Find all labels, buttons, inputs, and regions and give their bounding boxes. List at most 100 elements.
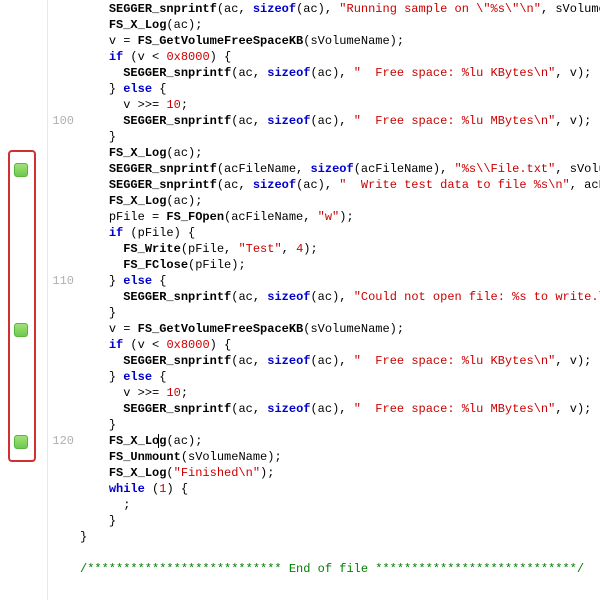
code-line[interactable]: } (48, 130, 600, 146)
code-line[interactable]: 100 SEGGER_snprintf(ac, sizeof(ac), " Fr… (48, 114, 600, 130)
bookmark-icon[interactable] (14, 435, 28, 449)
code-line[interactable]: v >>= 10; (48, 386, 600, 402)
line-number (48, 210, 80, 226)
code-text[interactable]: if (pFile) { (80, 226, 600, 242)
line-number: 100 (48, 114, 80, 130)
line-number (48, 178, 80, 194)
marker-gutter[interactable] (0, 0, 48, 600)
code-area[interactable]: SEGGER_snprintf(ac, sizeof(ac), "Running… (48, 0, 600, 600)
line-number (48, 386, 80, 402)
code-text[interactable]: SEGGER_snprintf(ac, sizeof(ac), " Free s… (80, 66, 600, 82)
code-line[interactable]: /*************************** End of file… (48, 562, 600, 578)
code-text[interactable]: } else { (80, 370, 600, 386)
code-text[interactable]: SEGGER_snprintf(ac, sizeof(ac), " Free s… (80, 354, 600, 370)
code-line[interactable]: ; (48, 498, 600, 514)
bookmark-icon[interactable] (14, 323, 28, 337)
code-line[interactable]: v = FS_GetVolumeFreeSpaceKB(sVolumeName)… (48, 322, 600, 338)
code-line[interactable]: 120 FS_X_Log(ac); (48, 434, 600, 450)
code-text[interactable]: SEGGER_snprintf(ac, sizeof(ac), " Free s… (80, 402, 600, 418)
code-text[interactable]: SEGGER_snprintf(acFileName, sizeof(acFil… (80, 162, 600, 178)
code-text[interactable]: while (1) { (80, 482, 600, 498)
code-text[interactable]: SEGGER_snprintf(ac, sizeof(ac), "Running… (80, 2, 600, 18)
line-number (48, 162, 80, 178)
code-line[interactable]: SEGGER_snprintf(ac, sizeof(ac), " Write … (48, 178, 600, 194)
code-line[interactable]: if (pFile) { (48, 226, 600, 242)
code-line[interactable]: FS_Unmount(sVolumeName); (48, 450, 600, 466)
code-line[interactable]: 110 } else { (48, 274, 600, 290)
code-text[interactable]: SEGGER_snprintf(ac, sizeof(ac), " Write … (80, 178, 600, 194)
code-text[interactable]: FS_Write(pFile, "Test", 4); (80, 242, 600, 258)
code-line[interactable]: SEGGER_snprintf(ac, sizeof(ac), "Running… (48, 2, 600, 18)
code-line[interactable]: v = FS_GetVolumeFreeSpaceKB(sVolumeName)… (48, 34, 600, 50)
code-line[interactable]: SEGGER_snprintf(ac, sizeof(ac), " Free s… (48, 402, 600, 418)
code-text[interactable]: FS_Unmount(sVolumeName); (80, 450, 600, 466)
line-number (48, 514, 80, 530)
code-text[interactable]: } (80, 514, 600, 530)
code-line[interactable]: } (48, 418, 600, 434)
code-line[interactable]: if (v < 0x8000) { (48, 338, 600, 354)
code-text[interactable]: v >>= 10; (80, 98, 600, 114)
code-text[interactable]: FS_X_Log("Finished\n"); (80, 466, 600, 482)
code-line[interactable]: FS_Write(pFile, "Test", 4); (48, 242, 600, 258)
line-number (48, 82, 80, 98)
code-text[interactable]: v = FS_GetVolumeFreeSpaceKB(sVolumeName)… (80, 34, 600, 50)
code-text[interactable]: FS_X_Log(ac); (80, 18, 600, 34)
line-number (48, 450, 80, 466)
code-line[interactable]: } else { (48, 370, 600, 386)
code-text[interactable]: } else { (80, 82, 600, 98)
code-text[interactable]: SEGGER_snprintf(ac, sizeof(ac), " Free s… (80, 114, 600, 130)
bookmark-icon[interactable] (14, 163, 28, 177)
line-number (48, 498, 80, 514)
code-text[interactable]: SEGGER_snprintf(ac, sizeof(ac), "Could n… (80, 290, 600, 306)
code-text[interactable]: pFile = FS_FOpen(acFileName, "w"); (80, 210, 600, 226)
code-line[interactable]: SEGGER_snprintf(acFileName, sizeof(acFil… (48, 162, 600, 178)
line-number (48, 50, 80, 66)
line-number (48, 546, 80, 562)
code-line[interactable]: } (48, 514, 600, 530)
code-line[interactable]: SEGGER_snprintf(ac, sizeof(ac), "Could n… (48, 290, 600, 306)
line-number (48, 66, 80, 82)
code-text[interactable]: FS_X_Log(ac); (80, 146, 600, 162)
code-line[interactable]: SEGGER_snprintf(ac, sizeof(ac), " Free s… (48, 66, 600, 82)
code-text[interactable]: if (v < 0x8000) { (80, 338, 600, 354)
code-text[interactable]: } (80, 530, 600, 546)
code-text[interactable]: v >>= 10; (80, 386, 600, 402)
code-text[interactable]: FS_X_Log(ac); (80, 434, 600, 450)
code-line[interactable]: if (v < 0x8000) { (48, 50, 600, 66)
code-line[interactable]: while (1) { (48, 482, 600, 498)
code-text[interactable]: } (80, 418, 600, 434)
code-text[interactable]: /*************************** End of file… (80, 562, 600, 578)
code-text[interactable]: ; (80, 498, 600, 514)
line-number (48, 562, 80, 578)
line-number (48, 530, 80, 546)
code-text[interactable]: if (v < 0x8000) { (80, 50, 600, 66)
code-line[interactable]: FS_X_Log(ac); (48, 146, 600, 162)
code-line[interactable]: } (48, 530, 600, 546)
code-line[interactable]: } else { (48, 82, 600, 98)
code-line[interactable] (48, 546, 600, 562)
line-number (48, 370, 80, 386)
line-number (48, 194, 80, 210)
code-line[interactable]: FS_FClose(pFile); (48, 258, 600, 274)
code-line[interactable]: pFile = FS_FOpen(acFileName, "w"); (48, 210, 600, 226)
code-line[interactable]: SEGGER_snprintf(ac, sizeof(ac), " Free s… (48, 354, 600, 370)
code-text[interactable] (80, 546, 600, 562)
code-line[interactable]: } (48, 306, 600, 322)
code-line[interactable]: v >>= 10; (48, 98, 600, 114)
code-text[interactable]: } (80, 306, 600, 322)
code-text[interactable]: } (80, 130, 600, 146)
code-editor[interactable]: SEGGER_snprintf(ac, sizeof(ac), "Running… (0, 0, 600, 600)
code-text[interactable]: FS_X_Log(ac); (80, 194, 600, 210)
line-number (48, 418, 80, 434)
line-number: 120 (48, 434, 80, 450)
code-text[interactable]: } else { (80, 274, 600, 290)
line-number (48, 354, 80, 370)
code-line[interactable]: FS_X_Log("Finished\n"); (48, 466, 600, 482)
code-text[interactable]: FS_FClose(pFile); (80, 258, 600, 274)
line-number (48, 98, 80, 114)
code-line[interactable]: FS_X_Log(ac); (48, 194, 600, 210)
line-number (48, 402, 80, 418)
code-text[interactable]: v = FS_GetVolumeFreeSpaceKB(sVolumeName)… (80, 322, 600, 338)
code-line[interactable]: FS_X_Log(ac); (48, 18, 600, 34)
line-number (48, 2, 80, 18)
